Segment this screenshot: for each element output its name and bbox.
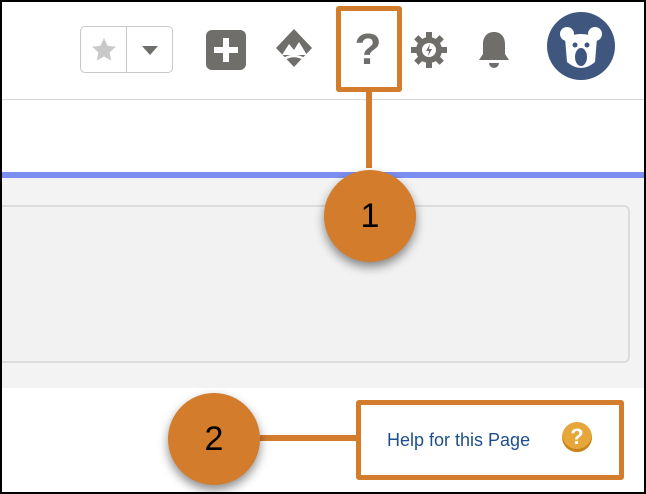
chevron-down-icon bbox=[141, 45, 158, 55]
trailhead-icon bbox=[276, 29, 312, 67]
content-card bbox=[2, 205, 630, 363]
favorites-button[interactable] bbox=[81, 27, 127, 72]
bear-avatar-icon bbox=[560, 27, 602, 68]
callout-1-badge: 1 bbox=[324, 170, 416, 262]
bell-icon bbox=[479, 32, 509, 68]
global-header: ? bbox=[2, 2, 644, 100]
callout-1-connector bbox=[366, 92, 372, 168]
gear-icon bbox=[411, 32, 447, 68]
callout-2-highlight bbox=[356, 400, 624, 480]
callout-2-connector bbox=[260, 435, 358, 441]
screenshot-frame: ? Help for this Page ? 1 2 bbox=[0, 0, 646, 494]
plus-icon bbox=[206, 30, 246, 70]
trailhead-button[interactable] bbox=[272, 26, 316, 70]
favorites-group bbox=[80, 26, 173, 73]
callout-1-highlight bbox=[336, 6, 402, 92]
callout-1-number: 1 bbox=[360, 196, 380, 235]
setup-button[interactable] bbox=[409, 30, 449, 70]
notifications-button[interactable] bbox=[474, 28, 514, 72]
global-actions-button[interactable] bbox=[206, 30, 246, 70]
favorites-menu-button[interactable] bbox=[127, 27, 172, 72]
callout-2-number: 2 bbox=[204, 419, 224, 458]
callout-2-badge: 2 bbox=[168, 393, 260, 485]
star-icon bbox=[91, 37, 116, 61]
user-avatar-button[interactable] bbox=[547, 12, 615, 80]
